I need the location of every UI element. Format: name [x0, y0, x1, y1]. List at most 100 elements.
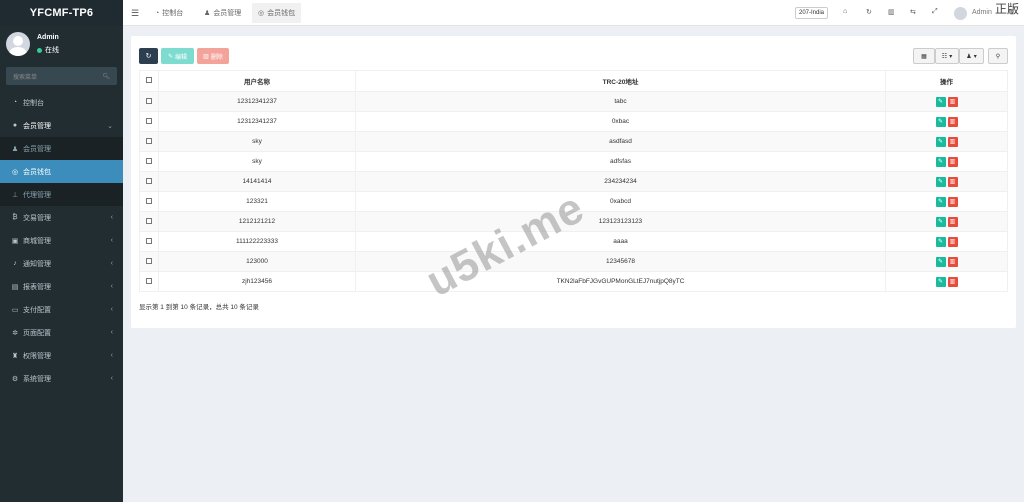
user-panel: Admin 在线 [0, 26, 123, 62]
export-button[interactable]: ♟ ▾ [959, 48, 984, 64]
chevron-down-icon: ⌄ [107, 122, 113, 130]
row-checkbox[interactable] [146, 137, 152, 144]
sidebar-item-label: 代理管理 [23, 191, 51, 199]
sidebar-search-input[interactable]: 搜索菜单 🔍︎ [6, 67, 117, 85]
row-edit-button[interactable]: ✎ [935, 156, 946, 167]
sidebar-item-label: 系统管理 [23, 375, 51, 383]
edit-button[interactable]: ✎ 编辑 [161, 48, 194, 64]
select-all-checkbox[interactable] [146, 77, 152, 83]
row-delete-button[interactable]: ▥ [947, 236, 958, 247]
row-select-cell [139, 171, 159, 192]
pencil-icon: ✎ [937, 99, 944, 105]
gear-icon: ✲ [12, 329, 18, 337]
chevron-left-icon: ‹ [110, 306, 113, 313]
row-checkbox[interactable] [146, 257, 152, 264]
row-edit-button[interactable]: ✎ [935, 256, 946, 267]
sidebar-item-page-config[interactable]: ✲ 页面配置 ‹ [0, 321, 123, 344]
search-toggle-button[interactable]: ⚲ [988, 48, 1008, 64]
sidebar-item-report[interactable]: ▤ 报表管理 ‹ [0, 275, 123, 298]
row-checkbox[interactable] [146, 157, 152, 164]
sidebar-item-label: 会员管理 [23, 122, 51, 130]
dashboard-icon: ◔ [12, 99, 18, 106]
row-edit-button[interactable]: ✎ [935, 96, 946, 107]
pencil-icon: ✎ [937, 219, 944, 225]
trash-icon: ▥ [949, 179, 956, 185]
username-cell: 111122223333 [158, 231, 356, 252]
tab-member-manage[interactable]: ♟ 会员管理 [198, 3, 247, 23]
sidebar-item-permission[interactable]: ♜ 权限管理 ‹ [0, 344, 123, 367]
home-icon[interactable]: ⌂ [843, 8, 847, 15]
row-delete-button[interactable]: ▥ [947, 216, 958, 227]
table-row: sky adfsfas ✎ ▥ [139, 151, 1008, 172]
language-selector[interactable]: 207-India [795, 7, 829, 19]
row-checkbox[interactable] [146, 177, 152, 184]
row-checkbox[interactable] [146, 277, 152, 284]
pencil-icon: ✎ [937, 139, 944, 145]
toggle-view-button[interactable]: ▦ [913, 48, 935, 64]
actions-cell: ✎ ▥ [885, 251, 1008, 272]
top-navbar: ☰ ◔ 控制台 ♟ 会员管理 ◎ 会员钱包 207-India ⌂ ↻ ▥ ⇆ … [123, 0, 1024, 26]
sidebar-item-member-wallet[interactable]: ◎ 会员钱包 [0, 160, 123, 183]
sidebar-item-notice[interactable]: ♪ 通知管理 ‹ [0, 252, 123, 275]
app-logo[interactable]: YFCMF-TP6 [0, 0, 123, 26]
translate-icon[interactable]: ⇆ [910, 8, 916, 16]
refresh-button[interactable]: ↻ [139, 48, 158, 64]
menu-toggle-icon[interactable]: ☰ [131, 8, 139, 19]
navbar-avatar[interactable] [954, 7, 967, 20]
row-delete-button[interactable]: ▥ [947, 96, 958, 107]
refresh-icon[interactable]: ↻ [866, 8, 872, 16]
fullscreen-icon[interactable]: ⤢ [932, 8, 938, 16]
row-edit-button[interactable]: ✎ [935, 116, 946, 127]
search-icon[interactable]: 🔍︎ [102, 73, 110, 80]
row-checkbox[interactable] [146, 97, 152, 104]
pencil-icon: ✎ [937, 179, 944, 185]
row-select-cell [139, 111, 159, 132]
chevron-left-icon: ‹ [110, 237, 113, 244]
trash-icon: ▥ [949, 139, 956, 145]
pencil-icon: ✎ [937, 239, 944, 245]
trash-icon[interactable]: ▥ [888, 8, 895, 16]
address-cell: 234234234 [355, 171, 886, 192]
row-delete-button[interactable]: ▥ [947, 136, 958, 147]
avatar [6, 32, 30, 56]
sidebar-item-shop[interactable]: ▣ 商城管理 ‹ [0, 229, 123, 252]
row-edit-button[interactable]: ✎ [935, 176, 946, 187]
caret-down-icon: ▾ [973, 53, 977, 60]
search-icon: ⚲ [995, 53, 1001, 60]
sidebar-item-member-group[interactable]: ● 会员管理 ⌄ [0, 114, 123, 137]
row-delete-button[interactable]: ▥ [947, 176, 958, 187]
sidebar-item-member-manage[interactable]: ♟ 会员管理 [0, 137, 123, 160]
row-delete-button[interactable]: ▥ [947, 196, 958, 207]
sidebar-item-payment[interactable]: ▭ 支付配置 ‹ [0, 298, 123, 321]
row-edit-button[interactable]: ✎ [935, 276, 946, 287]
address-cell: aaaa [355, 231, 886, 252]
sidebar-item-system[interactable]: ⚙ 系统管理 ‹ [0, 367, 123, 390]
column-header-address[interactable]: TRC-20地址 [355, 70, 886, 92]
row-checkbox[interactable] [146, 217, 152, 224]
sidebar-search-placeholder: 搜索菜单 [13, 74, 38, 81]
sidebar-item-trade[interactable]: ₿ 交易管理 ‹ [0, 206, 123, 229]
tab-member-wallet[interactable]: ◎ 会员钱包 [252, 3, 302, 23]
row-delete-button[interactable]: ▥ [947, 156, 958, 167]
sidebar-item-agent[interactable]: ⊥ 代理管理 [0, 183, 123, 206]
settings-icon[interactable]: ⚙ [1008, 8, 1014, 16]
delete-button[interactable]: ▥ 删除 [197, 48, 229, 64]
edit-label: 编辑 [175, 54, 188, 61]
row-delete-button[interactable]: ▥ [947, 116, 958, 127]
row-checkbox[interactable] [146, 117, 152, 124]
navbar-admin-name[interactable]: Admin [972, 9, 992, 16]
column-header-username[interactable]: 用户名称 [158, 70, 356, 92]
sidebar-item-dashboard[interactable]: ◔ 控制台 [0, 91, 123, 114]
row-edit-button[interactable]: ✎ [935, 136, 946, 147]
row-edit-button[interactable]: ✎ [935, 196, 946, 207]
row-checkbox[interactable] [146, 197, 152, 204]
row-delete-button[interactable]: ▥ [947, 256, 958, 267]
row-delete-button[interactable]: ▥ [947, 276, 958, 287]
row-checkbox[interactable] [146, 237, 152, 244]
chevron-left-icon: ‹ [110, 283, 113, 290]
row-edit-button[interactable]: ✎ [935, 216, 946, 227]
tab-dashboard[interactable]: ◔ 控制台 [149, 3, 189, 23]
sidebar-item-label: 权限管理 [23, 352, 51, 360]
row-edit-button[interactable]: ✎ [935, 236, 946, 247]
columns-button[interactable]: ☷ ▾ [935, 48, 959, 64]
